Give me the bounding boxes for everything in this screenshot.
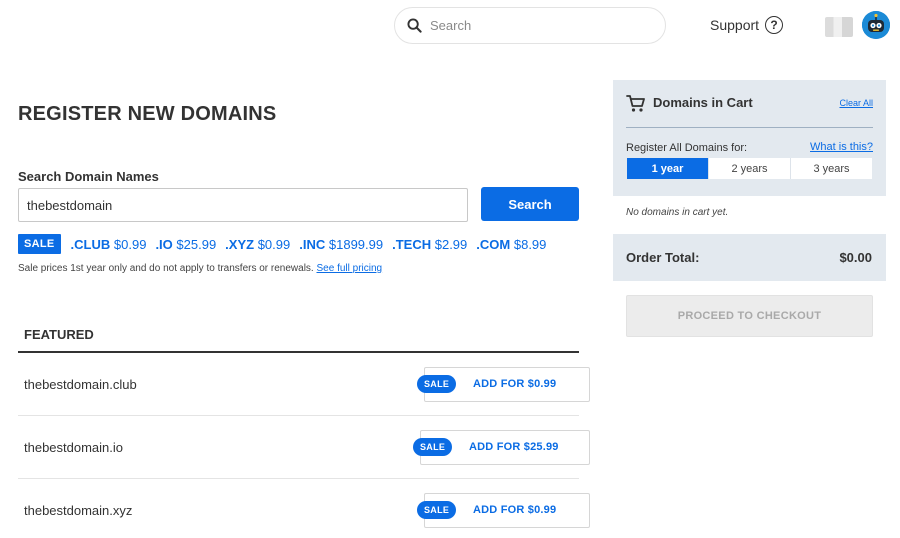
tld-xyz[interactable]: .XYZ $0.99 — [225, 237, 290, 252]
featured-row: thebestdomain.club SALE ADD FOR $0.99 — [18, 353, 590, 416]
what-is-this-link[interactable]: What is this? — [810, 141, 873, 153]
tld-com[interactable]: .COM $8.99 — [476, 237, 546, 252]
search-icon — [407, 18, 422, 33]
add-domain-button[interactable]: SALE ADD FOR $0.99 — [417, 493, 590, 528]
add-domain-label: ADD FOR $25.99 — [469, 441, 559, 453]
top-search-bar[interactable] — [394, 7, 666, 44]
sale-pill: SALE — [413, 438, 453, 456]
order-total: Order Total: $0.00 — [613, 234, 886, 281]
register-years-label: Register All Domains for: — [626, 142, 748, 154]
cart-empty-text: No domains in cart yet. — [626, 207, 729, 218]
support-label: Support — [710, 17, 760, 33]
tld-io[interactable]: .IO $25.99 — [155, 237, 216, 252]
featured-row: thebestdomain.xyz SALE ADD FOR $0.99 — [18, 479, 590, 538]
sale-tld-list: SALE .CLUB $0.99 .IO $25.99 .XYZ $0.99 .… — [18, 234, 555, 254]
page-title: REGISTER NEW DOMAINS — [18, 103, 277, 125]
featured-domain-name: thebestdomain.xyz — [24, 503, 133, 518]
add-domain-button[interactable]: SALE ADD FOR $0.99 — [417, 367, 590, 402]
sale-pill: SALE — [417, 501, 457, 519]
cart-divider — [626, 127, 873, 128]
tld-club[interactable]: .CLUB $0.99 — [71, 237, 147, 252]
year-option-1[interactable]: 1 year — [627, 158, 709, 179]
search-button[interactable]: Search — [481, 187, 579, 221]
tld-tech[interactable]: .TECH $2.99 — [392, 237, 467, 252]
cart-title: Domains in Cart — [653, 95, 753, 110]
help-circle-icon: ? — [765, 16, 784, 34]
featured-domain-name: thebestdomain.club — [24, 377, 137, 392]
years-selector: 1 year 2 years 3 years — [627, 158, 872, 179]
featured-domain-name: thebestdomain.io — [24, 440, 124, 455]
add-domain-label: ADD FOR $0.99 — [473, 378, 557, 390]
tld-inc[interactable]: .INC $1899.99 — [299, 237, 383, 252]
featured-heading: FEATURED — [24, 327, 94, 342]
cart-panel: Domains in Cart Clear All Register All D… — [613, 80, 886, 281]
sale-pill: SALE — [417, 375, 457, 393]
search-domain-label: Search Domain Names — [18, 169, 159, 184]
avatar[interactable] — [862, 11, 890, 39]
featured-row: thebestdomain.io SALE ADD FOR $25.99 — [18, 416, 590, 479]
order-total-label: Order Total: — [626, 250, 700, 265]
clear-all-link[interactable]: Clear All — [839, 98, 873, 108]
year-option-3[interactable]: 3 years — [791, 158, 872, 179]
add-domain-label: ADD FOR $0.99 — [473, 504, 557, 516]
year-option-2[interactable]: 2 years — [709, 158, 791, 179]
top-search-input[interactable] — [430, 18, 630, 33]
avatar-robot-icon — [862, 11, 890, 39]
account-name-redacted[interactable] — [825, 17, 853, 37]
sale-note: Sale prices 1st year only and do not app… — [18, 263, 383, 274]
see-full-pricing-link[interactable]: See full pricing — [317, 263, 383, 274]
support-link[interactable]: Support ? — [710, 16, 784, 34]
domain-search-input[interactable] — [18, 188, 468, 222]
add-domain-button[interactable]: SALE ADD FOR $25.99 — [413, 430, 590, 465]
order-total-value: $0.00 — [839, 250, 872, 265]
cart-icon — [626, 95, 645, 112]
proceed-to-checkout-button[interactable]: PROCEED TO CHECKOUT — [626, 295, 873, 337]
cart-header: Domains in Cart Clear All Register All D… — [613, 80, 886, 196]
sale-badge: SALE — [18, 234, 61, 254]
